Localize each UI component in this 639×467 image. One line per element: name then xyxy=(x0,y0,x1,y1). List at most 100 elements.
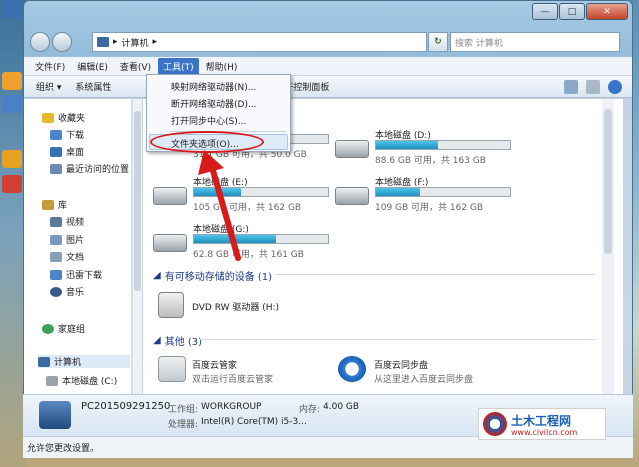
desktop-icon[interactable] xyxy=(2,95,22,113)
menu-help[interactable]: 帮助(H) xyxy=(201,58,243,75)
sidebar-label: 文档 xyxy=(66,253,85,263)
sidebar-item-music[interactable]: 音乐 xyxy=(50,285,84,298)
computer-icon xyxy=(39,401,71,429)
annotation-ellipse xyxy=(150,131,264,153)
baidu-cloud-manager-icon[interactable] xyxy=(158,356,186,382)
drive-usage-bar xyxy=(375,187,511,197)
sidebar-label: 家庭组 xyxy=(58,325,86,335)
command-bar: 组织 ▾ 系统属性 打开控制面板 xyxy=(24,76,632,98)
collapse-icon[interactable]: ◢ xyxy=(153,335,161,346)
sidebar-label: 库 xyxy=(58,201,68,211)
menu-item-disconnect-drive[interactable]: 断开网络驱动器(D)... xyxy=(171,97,257,110)
sidebar-item-desktop[interactable]: 桌面 xyxy=(50,145,84,158)
sidebar-item-favorites[interactable]: 收藏夹 xyxy=(42,111,85,124)
cpu-label: 处理器: xyxy=(168,420,199,430)
drive-icon xyxy=(153,187,187,205)
watermark-logo: 土木工程网 www.civilcn.com xyxy=(478,408,606,440)
menu-view[interactable]: 查看(V) xyxy=(115,58,156,75)
drive-space-text: 109 GB 可用，共 162 GB xyxy=(375,203,484,213)
baidu-cloud-sync-icon[interactable] xyxy=(338,356,366,382)
collapse-icon[interactable]: ◢ xyxy=(153,270,161,281)
breadcrumb-sep-icon: ▸ xyxy=(113,37,118,47)
sidebar-item-computer[interactable]: 计算机 xyxy=(38,355,130,368)
scroll-thumb[interactable] xyxy=(604,109,612,254)
drive-f[interactable]: 本地磁盘 (F:) 109 GB 可用，共 162 GB xyxy=(335,175,520,213)
baidu-cloud-sync-title[interactable]: 百度云同步盘 xyxy=(374,358,428,371)
menu-edit[interactable]: 编辑(E) xyxy=(72,58,113,75)
caption-buttons: — □ ✕ xyxy=(532,3,628,20)
sidebar-item-download[interactable]: 下载 xyxy=(50,128,84,141)
baidu-cloud-manager-title[interactable]: 百度云管家 xyxy=(192,358,237,371)
address-bar[interactable]: ▸ 计算机 ▸ xyxy=(92,32,427,52)
xunlei-folder-icon xyxy=(50,269,62,280)
drive-g[interactable]: 本地磁盘 (G:) 62.8 GB 可用，共 161 GB xyxy=(153,222,338,260)
menu-bar: 文件(F) 编辑(E) 查看(V) 工具(T) 帮助(H) xyxy=(24,57,632,75)
sidebar-label: 图片 xyxy=(66,236,85,246)
breadcrumb-computer[interactable]: 计算机 xyxy=(122,36,149,49)
back-button[interactable] xyxy=(30,32,50,52)
menu-tools[interactable]: 工具(T) xyxy=(158,57,199,75)
minimize-button[interactable]: — xyxy=(532,3,558,20)
watermark-title: 土木工程网 xyxy=(511,414,572,428)
drive-usage-bar xyxy=(193,234,329,244)
sidebar-label: 下载 xyxy=(66,131,85,141)
sidebar-item-library[interactable]: 库 xyxy=(42,198,67,211)
dvd-drive[interactable]: DVD RW 驱动器 (H:) xyxy=(158,290,358,328)
desktop-icon[interactable] xyxy=(2,72,22,90)
computer-icon xyxy=(38,356,50,367)
drive-e[interactable]: 本地磁盘 (E:) 105 GB 可用，共 162 GB xyxy=(153,175,338,213)
group-title: 有可移动存储的设备 (1) xyxy=(164,272,273,283)
sidebar-item-video[interactable]: 视频 xyxy=(50,215,84,228)
drive-usage-fill xyxy=(376,188,421,196)
sidebar-label: 最近访问的位置 xyxy=(66,165,130,175)
system-properties-button[interactable]: 系统属性 xyxy=(75,80,111,93)
menu-item-map-drive[interactable]: 映射网络驱动器(N)... xyxy=(171,80,256,93)
sidebar-label: 本地磁盘 (C:) xyxy=(62,377,118,387)
desktop-icon[interactable] xyxy=(2,150,22,168)
menu-file[interactable]: 文件(F) xyxy=(30,58,70,75)
drive-name: DVD RW 驱动器 (H:) xyxy=(192,303,280,313)
maximize-button[interactable]: □ xyxy=(559,3,585,20)
sidebar-label: 桌面 xyxy=(66,148,85,158)
memory-value: 4.00 GB xyxy=(323,402,360,412)
drive-icon xyxy=(335,140,369,158)
forward-button[interactable] xyxy=(52,32,72,52)
content-scrollbar[interactable] xyxy=(602,99,614,394)
sidebar-scrollbar[interactable] xyxy=(132,99,142,394)
navigation-pane: 收藏夹 下载 桌面 最近访问的位置 库 视频 图片 文档 迅雷下载 音乐 家庭组… xyxy=(24,99,132,394)
drive-usage-bar xyxy=(193,187,329,197)
documents-icon xyxy=(50,251,62,262)
organize-button[interactable]: 组织 ▾ xyxy=(36,80,61,93)
sidebar-item-pictures[interactable]: 图片 xyxy=(50,233,84,246)
desktop-icon[interactable] xyxy=(2,0,22,18)
baidu-cloud-manager-sub: 双击运行百度云管家 xyxy=(192,375,274,385)
sidebar-item-local-c[interactable]: 本地磁盘 (C:) xyxy=(46,374,117,387)
removable-group-header[interactable]: ◢ 有可移动存储的设备 (1) xyxy=(153,268,272,283)
pictures-icon xyxy=(50,234,62,245)
workgroup-value: WORKGROUP xyxy=(201,402,262,412)
sidebar-item-homegroup[interactable]: 家庭组 xyxy=(42,322,85,335)
workgroup-label: 工作组: xyxy=(168,405,199,415)
menu-item-sync-center[interactable]: 打开同步中心(S)... xyxy=(171,114,246,127)
sidebar-item-docs[interactable]: 文档 xyxy=(50,250,84,263)
desktop-icon[interactable] xyxy=(2,175,22,193)
refresh-icon: ↻ xyxy=(434,37,442,47)
breadcrumb-sep-icon: ▸ xyxy=(152,37,158,47)
view-options-icon[interactable] xyxy=(564,80,578,94)
sidebar-item-xunlei[interactable]: 迅雷下载 xyxy=(50,268,102,281)
preview-pane-icon[interactable] xyxy=(586,80,600,94)
other-group-header[interactable]: ◢ 其他 (3) xyxy=(153,333,202,348)
drive-d[interactable]: 本地磁盘 (D:) 88.6 GB 可用，共 163 GB xyxy=(335,128,520,166)
close-button[interactable]: ✕ xyxy=(586,3,628,20)
pc-name: PC201509291250 xyxy=(81,401,171,412)
refresh-button[interactable]: ↻ xyxy=(428,32,448,52)
help-icon[interactable] xyxy=(608,80,622,94)
group-divider xyxy=(200,339,595,340)
scroll-thumb[interactable] xyxy=(134,111,141,291)
view-controls xyxy=(564,80,622,94)
sidebar-label: 计算机 xyxy=(54,358,82,368)
sidebar-item-recent[interactable]: 最近访问的位置 xyxy=(50,162,129,175)
drive-usage-bar xyxy=(375,140,511,150)
sidebar-label: 迅雷下载 xyxy=(66,271,103,281)
search-input[interactable]: 搜索 计算机 xyxy=(450,32,620,52)
